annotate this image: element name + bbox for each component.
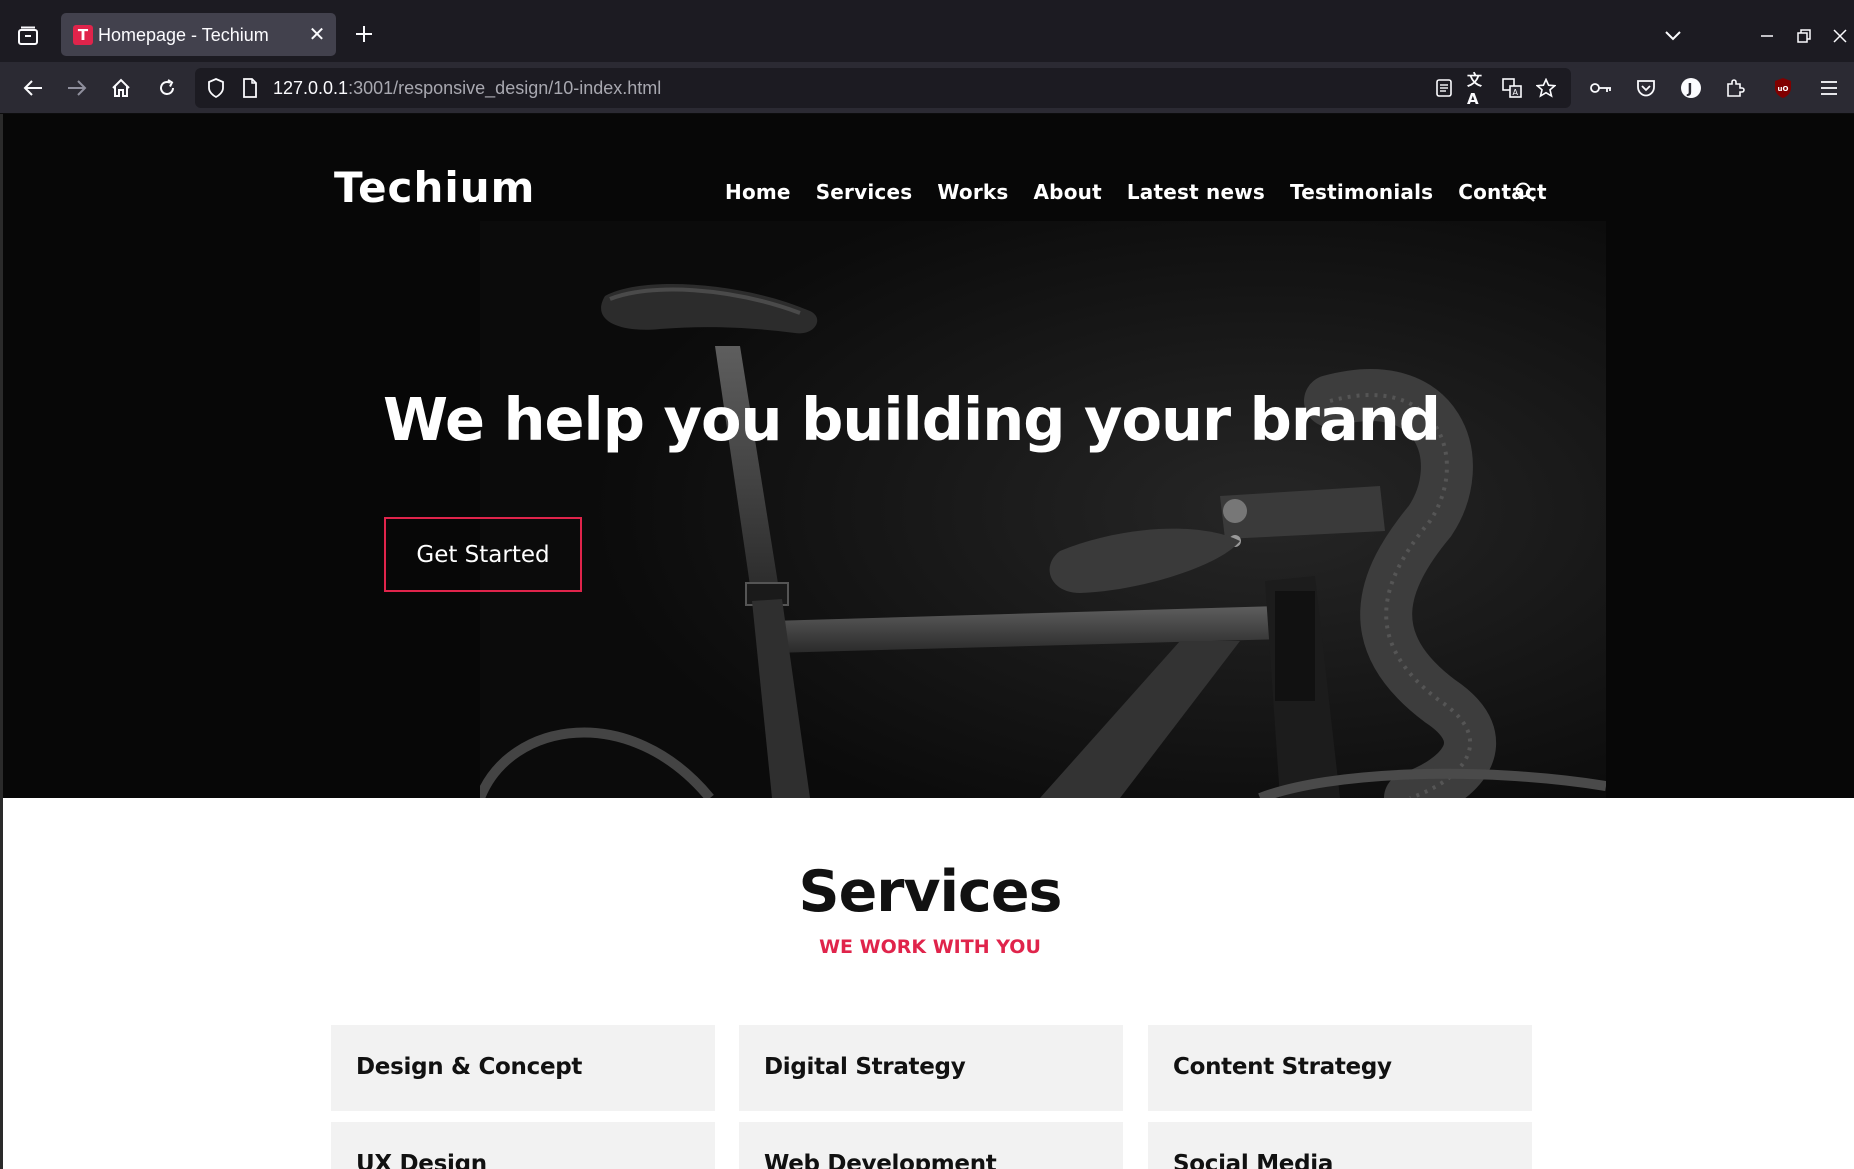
url-host: 127.0.0.1 <box>273 78 349 98</box>
hero-title: We help you building your brand <box>383 385 1441 454</box>
page-icon[interactable] <box>239 77 261 99</box>
nav-about[interactable]: About <box>1034 180 1102 204</box>
tab-bar: T Homepage - Techium ✕ <box>0 0 1854 62</box>
active-tab[interactable]: T Homepage - Techium ✕ <box>61 13 336 56</box>
svg-text:A: A <box>1513 88 1519 97</box>
list-tabs-chevron-down-icon[interactable] <box>1661 24 1685 48</box>
url-path: :3001/responsive_design/10-index.html <box>348 78 662 98</box>
services-subtitle: WE WORK WITH YOU <box>819 936 1041 958</box>
service-card-digital-strategy[interactable]: Digital Strategy <box>739 1025 1123 1111</box>
site-header: Techium Home Services Works About Latest… <box>3 114 1854 221</box>
app-menu-hamburger-icon[interactable] <box>1816 75 1842 101</box>
password-key-icon[interactable] <box>1588 75 1614 101</box>
page-viewport: Techium Home Services Works About Latest… <box>0 114 1854 1169</box>
pocket-icon[interactable] <box>1633 75 1659 101</box>
nav-services[interactable]: Services <box>816 180 913 204</box>
service-card-ux-design[interactable]: UX Design <box>331 1122 715 1169</box>
tab-overview-icon[interactable] <box>14 22 42 50</box>
svg-text:J: J <box>1687 82 1693 97</box>
services-title: Services <box>798 859 1063 925</box>
nav-works[interactable]: Works <box>937 180 1008 204</box>
site-logo[interactable]: Techium <box>334 163 535 212</box>
service-card-web-development[interactable]: Web Development <box>739 1122 1123 1169</box>
search-icon[interactable] <box>1514 181 1536 203</box>
service-card-label: Web Development <box>764 1151 997 1169</box>
nav-latest-news[interactable]: Latest news <box>1127 180 1265 204</box>
new-tab-icon[interactable] <box>352 22 376 46</box>
reader-view-icon[interactable] <box>1433 77 1455 99</box>
nav-testimonials[interactable]: Testimonials <box>1290 180 1433 204</box>
service-card-content-strategy[interactable]: Content Strategy <box>1148 1025 1532 1111</box>
reload-icon[interactable] <box>154 75 180 101</box>
main-nav: Home Services Works About Latest news Te… <box>725 180 1572 204</box>
hero-bicycle-image <box>480 221 1606 798</box>
back-arrow-icon[interactable] <box>20 75 46 101</box>
service-card-label: Digital Strategy <box>764 1054 966 1080</box>
service-card-label: Design & Concept <box>356 1054 583 1080</box>
address-bar[interactable]: 127.0.0.1:3001/responsive_design/10-inde… <box>195 68 1571 108</box>
bookmark-star-icon[interactable] <box>1535 77 1557 99</box>
close-window-icon[interactable] <box>1828 24 1852 48</box>
restore-window-icon[interactable] <box>1792 24 1816 48</box>
browser-chrome: T Homepage - Techium ✕ 127.0.0.1:3001/re… <box>0 0 1854 114</box>
service-card-label: Social Media <box>1173 1151 1334 1169</box>
service-card-label: Content Strategy <box>1173 1054 1392 1080</box>
nav-home[interactable]: Home <box>725 180 791 204</box>
tab-title: Homepage - Techium <box>98 25 269 45</box>
forward-arrow-icon[interactable] <box>64 75 90 101</box>
extensions-puzzle-icon[interactable] <box>1722 75 1748 101</box>
get-started-button[interactable]: Get Started <box>384 517 582 592</box>
minimize-window-icon[interactable] <box>1755 24 1779 48</box>
translate-page-icon[interactable]: A <box>1501 77 1523 99</box>
navigation-toolbar: 127.0.0.1:3001/responsive_design/10-inde… <box>0 62 1854 114</box>
url-text[interactable]: 127.0.0.1:3001/responsive_design/10-inde… <box>273 78 661 99</box>
hero-section: Techium Home Services Works About Latest… <box>0 114 1854 798</box>
service-card-label: UX Design <box>356 1151 487 1169</box>
services-section <box>0 798 1854 1169</box>
ublock-origin-icon[interactable]: uO <box>1770 75 1796 101</box>
svg-text:uO: uO <box>1778 85 1789 93</box>
close-tab-icon[interactable]: ✕ <box>306 23 328 45</box>
service-card-design-concept[interactable]: Design & Concept <box>331 1025 715 1111</box>
favicon-icon: T <box>73 25 93 45</box>
shield-icon[interactable] <box>205 77 227 99</box>
translate-icon[interactable]: 文A <box>1467 71 1489 108</box>
account-avatar-icon[interactable]: J <box>1678 75 1704 101</box>
service-card-social-media[interactable]: Social Media <box>1148 1122 1532 1169</box>
home-icon[interactable] <box>108 75 134 101</box>
